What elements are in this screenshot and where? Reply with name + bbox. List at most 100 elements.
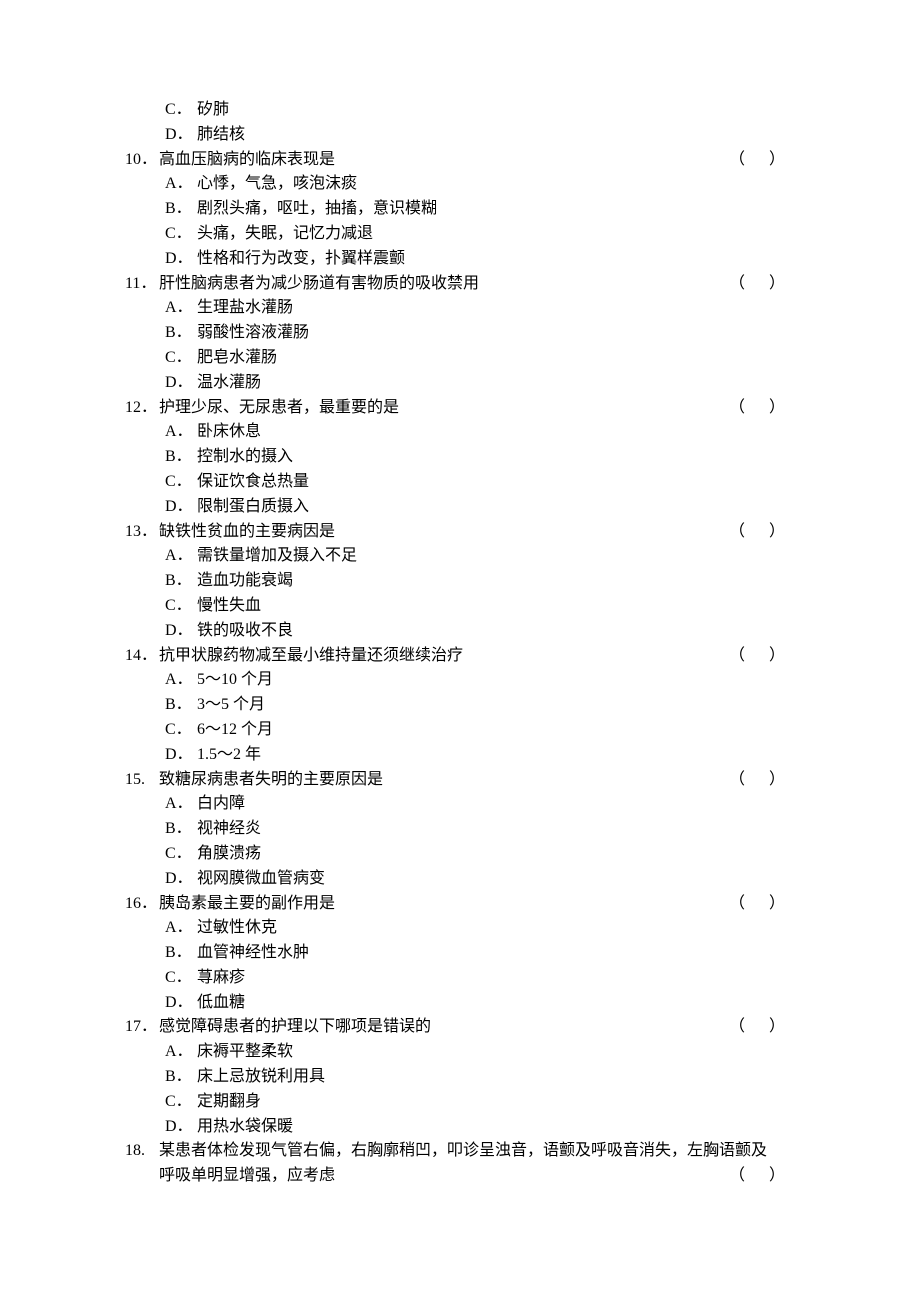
option-row: C．定期翻身 xyxy=(125,1090,795,1115)
option-text: 卧床休息 xyxy=(197,420,795,445)
option-letter: C． xyxy=(165,842,197,867)
option-letter: D． xyxy=(165,867,197,892)
option-text: 限制蛋白质摄入 xyxy=(197,495,795,520)
option-row: B．控制水的摄入 xyxy=(125,445,795,470)
option-letter: B． xyxy=(165,1065,197,1090)
option-row: B．造血功能衰竭 xyxy=(125,569,795,594)
option-text: 慢性失血 xyxy=(197,594,795,619)
option-letter: C． xyxy=(165,718,197,743)
answer-blank[interactable]: （ ） xyxy=(729,272,795,297)
option-row: D．铁的吸收不良 xyxy=(125,619,795,644)
option-row: B．床上忌放锐利用具 xyxy=(125,1065,795,1090)
question-stem: 12． 护理少尿、无尿患者，最重要的是 （ ） xyxy=(125,396,795,421)
option-text: 生理盐水灌肠 xyxy=(197,296,795,321)
question-stem: 11． 肝性脑病患者为减少肠道有害物质的吸收禁用 （ ） xyxy=(125,272,795,297)
option-letter: C． xyxy=(165,966,197,991)
question-stem: 15. 致糖尿病患者失明的主要原因是 （ ） xyxy=(125,768,795,793)
option-letter: A． xyxy=(165,916,197,941)
answer-blank[interactable]: （ ） xyxy=(729,396,795,421)
question-text: 抗甲状腺药物减至最小维持量还须继续治疗 xyxy=(159,644,729,669)
option-row: D．用热水袋保暖 xyxy=(125,1115,795,1140)
option-row: B．弱酸性溶液灌肠 xyxy=(125,321,795,346)
option-row: A．卧床休息 xyxy=(125,420,795,445)
question-number: 13． xyxy=(125,520,159,545)
option-text: 矽肺 xyxy=(197,98,795,123)
option-letter: A． xyxy=(165,1040,197,1065)
exam-page: C． 矽肺 D． 肺结核 10． 高血压脑病的临床表现是 （ ） A．心悸，气急… xyxy=(0,0,920,1302)
answer-blank[interactable]: （ ） xyxy=(729,892,795,917)
option-letter: C． xyxy=(165,346,197,371)
option-letter: C． xyxy=(165,98,197,123)
option-letter: B． xyxy=(165,569,197,594)
question-number: 10． xyxy=(125,148,159,173)
option-text: 造血功能衰竭 xyxy=(197,569,795,594)
option-text: 性格和行为改变，扑翼样震颤 xyxy=(197,247,795,272)
option-text: 头痛，失眠，记忆力减退 xyxy=(197,222,795,247)
option-row: C．肥皂水灌肠 xyxy=(125,346,795,371)
option-text: 需铁量增加及摄入不足 xyxy=(197,544,795,569)
answer-blank[interactable]: （ ） xyxy=(729,148,795,173)
option-row: A．需铁量增加及摄入不足 xyxy=(125,544,795,569)
option-text: 低血糖 xyxy=(197,991,795,1016)
option-row: C．慢性失血 xyxy=(125,594,795,619)
option-text: 床褥平整柔软 xyxy=(197,1040,795,1065)
option-letter: B． xyxy=(165,321,197,346)
question-stem: 17． 感觉障碍患者的护理以下哪项是错误的 （ ） xyxy=(125,1015,795,1040)
question-number: 18. xyxy=(125,1139,159,1164)
option-row: D．视网膜微血管病变 xyxy=(125,867,795,892)
option-text: 弱酸性溶液灌肠 xyxy=(197,321,795,346)
answer-blank[interactable]: （ ） xyxy=(729,644,795,669)
option-row: C．荨麻疹 xyxy=(125,966,795,991)
option-row: A．心悸，气急，咳泡沫痰 xyxy=(125,172,795,197)
option-text: 白内障 xyxy=(197,792,795,817)
option-row: A．白内障 xyxy=(125,792,795,817)
option-row: D．低血糖 xyxy=(125,991,795,1016)
question-number: 15. xyxy=(125,768,159,793)
question-stem: 16． 胰岛素最主要的副作用是 （ ） xyxy=(125,892,795,917)
option-letter: B． xyxy=(165,445,197,470)
option-letter: A． xyxy=(165,172,197,197)
question-number: 11． xyxy=(125,272,159,297)
question-text-line1: 某患者体检发现气管右偏，右胸廓稍凹，叩诊呈浊音，语颤及呼吸音消失，左胸语颤及 xyxy=(159,1139,795,1164)
option-row: D．温水灌肠 xyxy=(125,371,795,396)
option-letter: D． xyxy=(165,247,197,272)
option-text: 控制水的摄入 xyxy=(197,445,795,470)
option-row: B．3～5 个月 xyxy=(125,693,795,718)
option-letter: C． xyxy=(165,470,197,495)
option-letter: A． xyxy=(165,544,197,569)
question-stem: 10． 高血压脑病的临床表现是 （ ） xyxy=(125,148,795,173)
option-text: 用热水袋保暖 xyxy=(197,1115,795,1140)
answer-blank[interactable]: （ ） xyxy=(729,1015,795,1040)
answer-blank[interactable]: （ ） xyxy=(729,768,795,793)
question-number: 14． xyxy=(125,644,159,669)
option-row: A．过敏性休克 xyxy=(125,916,795,941)
question-number: 12． xyxy=(125,396,159,421)
option-letter: D． xyxy=(165,743,197,768)
option-row: A． 生理盐水灌肠 xyxy=(125,296,795,321)
option-row: D．性格和行为改变，扑翼样震颤 xyxy=(125,247,795,272)
question-text-line2: 呼吸单明显增强，应考虑 xyxy=(159,1164,729,1189)
answer-blank[interactable]: （ ） xyxy=(729,1164,795,1189)
answer-blank[interactable]: （ ） xyxy=(729,520,795,545)
option-text: 6～12 个月 xyxy=(197,718,795,743)
option-letter: D． xyxy=(165,123,197,148)
option-text: 5～10 个月 xyxy=(197,668,795,693)
option-letter: B． xyxy=(165,693,197,718)
option-text: 心悸，气急，咳泡沫痰 xyxy=(197,172,795,197)
option-text: 温水灌肠 xyxy=(197,371,795,396)
question-text: 致糖尿病患者失明的主要原因是 xyxy=(159,768,729,793)
option-row: B．视神经炎 xyxy=(125,817,795,842)
option-letter: D． xyxy=(165,1115,197,1140)
option-letter: D． xyxy=(165,991,197,1016)
option-row: C．保证饮食总热量 xyxy=(125,470,795,495)
option-row: D．限制蛋白质摄入 xyxy=(125,495,795,520)
question-text: 胰岛素最主要的副作用是 xyxy=(159,892,729,917)
option-letter: B． xyxy=(165,817,197,842)
option-row: B．血管神经性水肿 xyxy=(125,941,795,966)
option-text: 荨麻疹 xyxy=(197,966,795,991)
option-letter: A． xyxy=(165,420,197,445)
question-stem: 13． 缺铁性贫血的主要病因是 （ ） xyxy=(125,520,795,545)
option-row: A．床褥平整柔软 xyxy=(125,1040,795,1065)
question-text: 护理少尿、无尿患者，最重要的是 xyxy=(159,396,729,421)
option-row: D． 肺结核 xyxy=(125,123,795,148)
